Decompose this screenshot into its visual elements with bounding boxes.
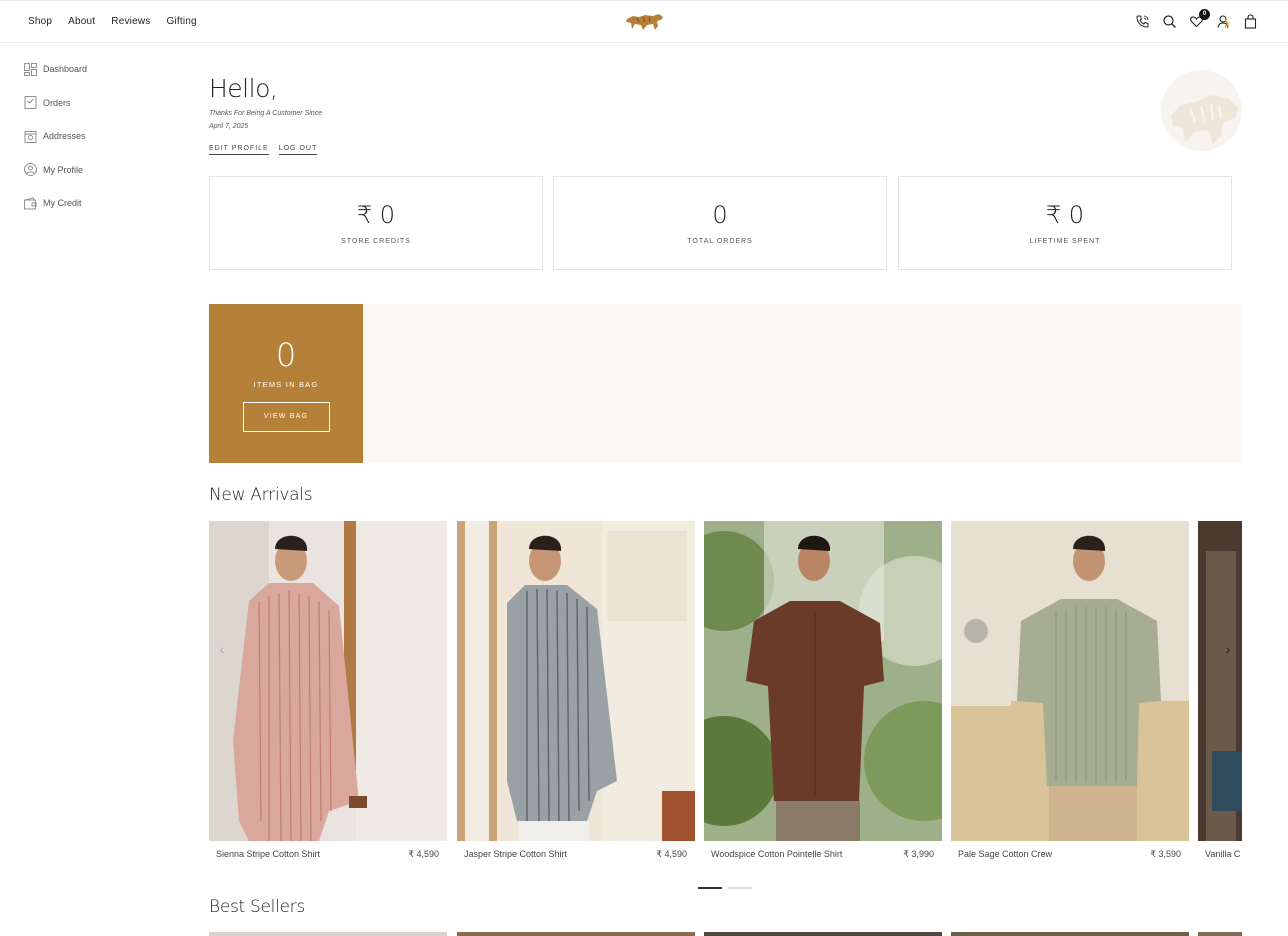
best-seller-card[interactable] bbox=[457, 932, 695, 936]
best-seller-card[interactable] bbox=[209, 932, 447, 936]
best-seller-card[interactable] bbox=[1198, 932, 1242, 936]
view-bag-button[interactable]: VIEW BAG bbox=[242, 402, 330, 432]
product-meta: Vanilla C bbox=[1198, 841, 1242, 859]
stat-label: STORE CREDITS bbox=[341, 238, 411, 245]
site-header: Shop About Reviews Gifting 0 bbox=[0, 0, 1288, 43]
stat-label: TOTAL ORDERS bbox=[687, 238, 753, 245]
product-name[interactable]: Vanilla C bbox=[1205, 849, 1240, 859]
product-meta: Sienna Stripe Cotton Shirt ₹ 4,590 bbox=[209, 841, 447, 860]
product-card[interactable]: Jasper Stripe Cotton Shirt ₹ 4,590 bbox=[457, 521, 695, 860]
log-out-link[interactable]: LOG OUT bbox=[278, 145, 318, 155]
product-name[interactable]: Jasper Stripe Cotton Shirt bbox=[464, 849, 567, 860]
bag-count: 0 bbox=[275, 336, 297, 374]
sidebar-item-addresses[interactable]: Addresses bbox=[24, 129, 87, 143]
product-price: ₹ 3,590 bbox=[1150, 849, 1181, 859]
sidebar-item-label: My Profile bbox=[43, 164, 84, 175]
addresses-icon bbox=[24, 130, 37, 143]
user-icon[interactable] bbox=[1216, 14, 1231, 29]
product-image[interactable] bbox=[209, 521, 447, 841]
sidebar-item-dashboard[interactable]: Dashboard bbox=[24, 62, 87, 76]
product-price: ₹ 4,590 bbox=[408, 849, 439, 859]
wallet-icon bbox=[24, 196, 37, 209]
lifetime-spent-card: ₹ 0 LIFETIME SPENT bbox=[898, 176, 1232, 270]
customer-since: Thanks For Being A Customer Since April … bbox=[209, 108, 322, 133]
pagination-dot-active[interactable] bbox=[698, 887, 722, 889]
account-sidebar: Dashboard Orders Addresses My Profile My… bbox=[24, 62, 87, 230]
total-orders-card: 0 TOTAL ORDERS bbox=[553, 176, 887, 270]
wishlist-count-badge: 0 bbox=[1199, 9, 1210, 20]
product-card[interactable]: Sienna Stripe Cotton Shirt ₹ 4,590 bbox=[209, 521, 447, 860]
customer-since-text: Thanks For Being A Customer Since bbox=[209, 110, 323, 117]
product-card[interactable]: Woodspice Cotton Pointelle Shirt ₹ 3,990 bbox=[704, 521, 942, 860]
product-meta: Woodspice Cotton Pointelle Shirt ₹ 3,990 bbox=[704, 841, 942, 860]
nav-about[interactable]: About bbox=[68, 16, 95, 27]
edit-profile-link[interactable]: EDIT PROFILE bbox=[209, 145, 269, 155]
product-meta: Pale Sage Cotton Crew ₹ 3,590 bbox=[951, 841, 1189, 860]
sidebar-item-label: My Credit bbox=[43, 198, 82, 208]
new-arrivals-carousel: Sienna Stripe Cotton Shirt ₹ 4,590 Jaspe… bbox=[209, 521, 1242, 865]
carousel-prev-chevron-icon[interactable]: ‹ bbox=[215, 642, 229, 656]
best-seller-card[interactable] bbox=[951, 932, 1189, 936]
stat-value: ₹ 0 bbox=[356, 201, 396, 229]
main-nav: Shop About Reviews Gifting bbox=[28, 16, 197, 27]
bag-label: ITEMS IN BAG bbox=[253, 380, 319, 389]
best-sellers-title: Best Sellers bbox=[209, 897, 305, 917]
search-icon[interactable] bbox=[1162, 14, 1177, 29]
nav-shop[interactable]: Shop bbox=[28, 16, 52, 27]
sidebar-item-orders[interactable]: Orders bbox=[24, 96, 87, 110]
nav-gifting[interactable]: Gifting bbox=[167, 16, 197, 27]
sidebar-item-label: Addresses bbox=[43, 131, 86, 141]
product-image[interactable] bbox=[951, 521, 1189, 841]
product-image[interactable] bbox=[457, 521, 695, 841]
sidebar-item-my-credit[interactable]: My Credit bbox=[24, 196, 87, 210]
pagination-dot[interactable] bbox=[728, 887, 752, 889]
product-name[interactable]: Sienna Stripe Cotton Shirt bbox=[216, 849, 320, 860]
stat-value: 0 bbox=[712, 201, 728, 229]
dashboard-icon bbox=[24, 62, 37, 76]
product-price: ₹ 4,590 bbox=[656, 849, 687, 859]
product-price: ₹ 3,990 bbox=[903, 849, 934, 859]
bag-banner: 0 ITEMS IN BAG VIEW BAG bbox=[209, 304, 1242, 463]
nav-reviews[interactable]: Reviews bbox=[111, 16, 150, 27]
bag-icon[interactable] bbox=[1243, 14, 1258, 29]
best-seller-card[interactable] bbox=[704, 932, 942, 936]
product-image[interactable] bbox=[1198, 521, 1242, 841]
sidebar-item-my-profile[interactable]: My Profile bbox=[24, 163, 87, 177]
product-image[interactable] bbox=[704, 521, 942, 841]
greeting-title: Hello, bbox=[209, 74, 278, 103]
phone-icon[interactable] bbox=[1135, 14, 1150, 29]
profile-icon bbox=[24, 163, 37, 176]
product-name[interactable]: Pale Sage Cotton Crew bbox=[958, 849, 1052, 860]
profile-links: EDIT PROFILE LOG OUT bbox=[209, 145, 318, 155]
orders-icon bbox=[24, 96, 37, 109]
sidebar-item-label: Orders bbox=[43, 97, 71, 108]
sidebar-item-label: Dashboard bbox=[43, 64, 88, 74]
bag-summary: 0 ITEMS IN BAG VIEW BAG bbox=[209, 304, 363, 463]
stat-label: LIFETIME SPENT bbox=[1029, 238, 1101, 245]
product-card[interactable]: Pale Sage Cotton Crew ₹ 3,590 bbox=[951, 521, 1189, 860]
store-credits-card: ₹ 0 STORE CREDITS bbox=[209, 176, 543, 270]
carousel-next-chevron-icon[interactable]: › bbox=[1221, 642, 1235, 656]
carousel-pagination bbox=[698, 887, 752, 889]
heart-icon[interactable]: 0 bbox=[1189, 9, 1210, 29]
header-icons: 0 bbox=[1135, 9, 1258, 29]
product-card[interactable]: Vanilla C bbox=[1198, 521, 1242, 859]
product-name[interactable]: Woodspice Cotton Pointelle Shirt bbox=[711, 849, 842, 860]
stat-value: ₹ 0 bbox=[1045, 201, 1085, 229]
new-arrivals-title: New Arrivals bbox=[209, 485, 313, 505]
product-meta: Jasper Stripe Cotton Shirt ₹ 4,590 bbox=[457, 841, 695, 860]
avatar bbox=[1161, 70, 1242, 151]
customer-since-date: April 7, 2025 bbox=[209, 122, 249, 130]
tiger-logo-icon[interactable] bbox=[623, 10, 667, 34]
tiger-watermark-icon bbox=[1171, 95, 1239, 144]
